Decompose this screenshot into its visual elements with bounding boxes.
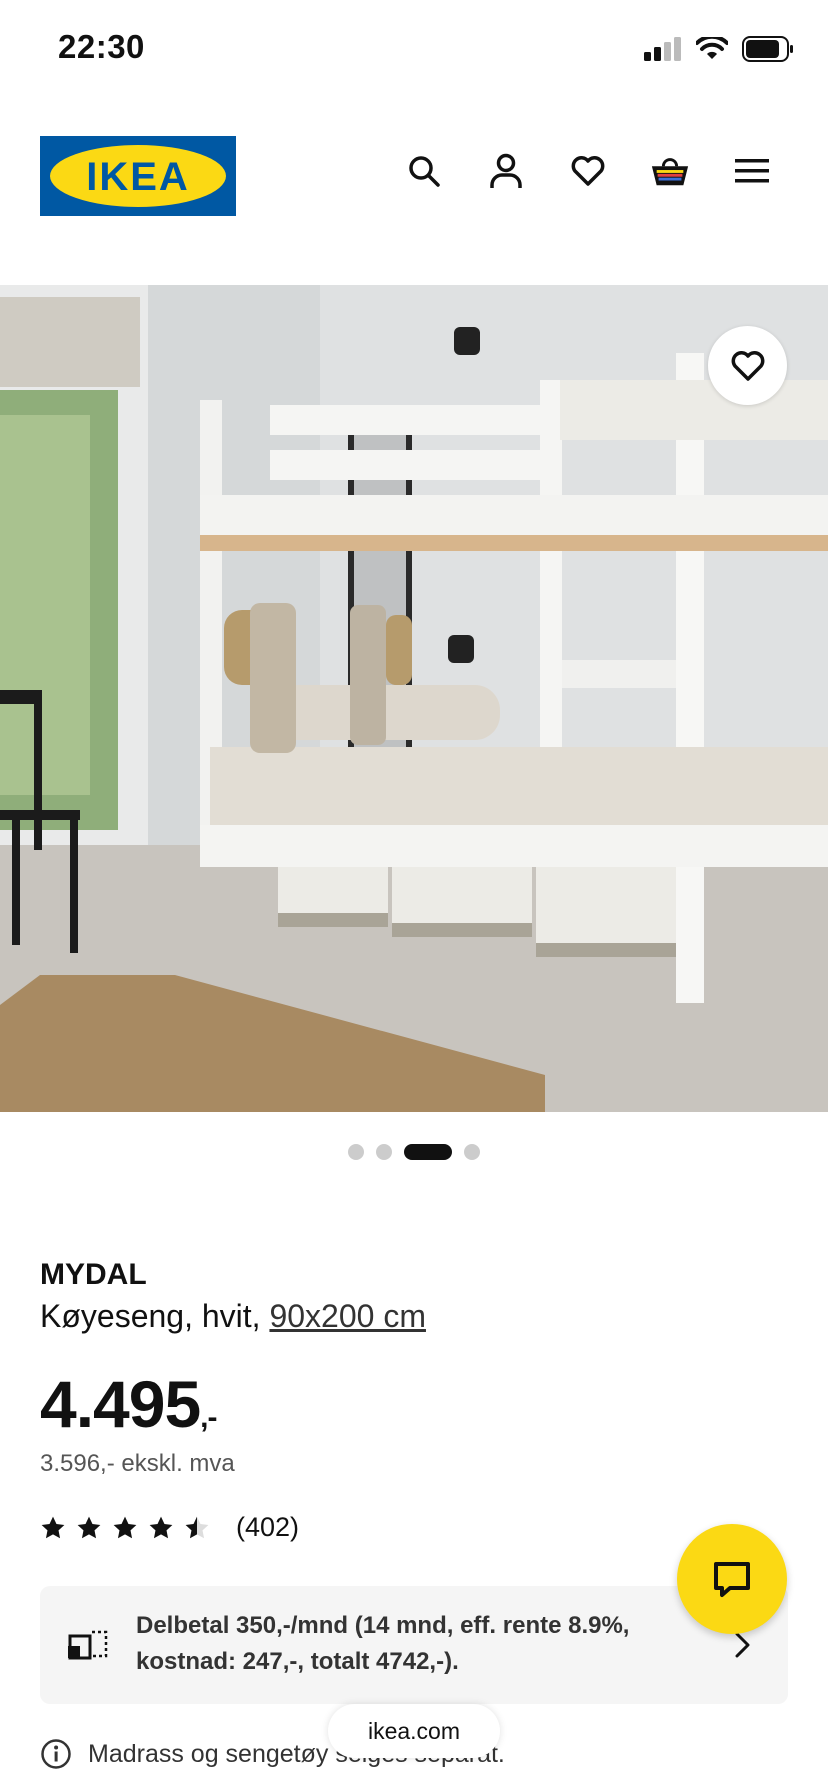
product-name: MYDAL <box>40 1258 147 1291</box>
installment-card[interactable]: Delbetal 350,-/mnd (14 mnd, eff. rente 8… <box>40 1586 788 1704</box>
price-value: 4.495 <box>40 1367 201 1441</box>
product-description-text: Køyeseng, hvit, <box>40 1298 261 1334</box>
heart-icon[interactable] <box>568 151 608 191</box>
rating-stars <box>40 1515 210 1541</box>
favorite-button[interactable] <box>708 326 787 405</box>
carousel-dots <box>0 1144 828 1160</box>
rating-count[interactable]: (402) <box>236 1512 299 1543</box>
product-image[interactable] <box>0 285 828 1112</box>
payment-split-icon <box>68 1630 108 1660</box>
star-icon <box>77 1516 101 1538</box>
carousel-dot[interactable] <box>376 1144 392 1160</box>
bunk-bed-illustration <box>0 285 828 1112</box>
price-suffix: ,- <box>200 1401 217 1434</box>
basket-icon[interactable] <box>650 151 690 191</box>
product-size-link[interactable]: 90x200 cm <box>269 1298 426 1334</box>
user-icon[interactable] <box>486 151 526 191</box>
star-icon <box>41 1516 65 1538</box>
browser-url-pill[interactable]: ikea.com <box>328 1704 500 1758</box>
status-time: 22:30 <box>58 28 145 65</box>
star-icon <box>149 1516 173 1538</box>
installment-text: Delbetal 350,-/mnd (14 mnd, eff. rente 8… <box>136 1612 630 1675</box>
header-actions <box>404 151 772 191</box>
ikea-logo[interactable]: IKEA <box>40 136 236 216</box>
menu-icon[interactable] <box>732 151 772 191</box>
star-half-icon <box>185 1516 209 1538</box>
battery-icon <box>742 36 793 62</box>
heart-icon <box>731 350 764 381</box>
chevron-right-icon <box>735 1632 750 1658</box>
carousel-dot[interactable] <box>348 1144 364 1160</box>
chat-icon <box>714 1562 750 1597</box>
ikea-logo-mark: IKEA <box>50 145 226 207</box>
carousel-dot-active[interactable] <box>404 1144 452 1160</box>
status-icons <box>644 36 794 62</box>
signal-icon <box>644 37 681 61</box>
carousel-dot[interactable] <box>464 1144 480 1160</box>
star-icon <box>113 1516 137 1538</box>
product-rating[interactable]: (402) <box>40 1512 299 1543</box>
price-ex-vat: 3.596,- ekskl. mva <box>40 1450 235 1477</box>
wifi-icon <box>696 37 728 59</box>
info-icon <box>41 1739 71 1769</box>
chat-button[interactable] <box>677 1524 787 1634</box>
product-description: Køyeseng, hvit, 90x200 cm <box>40 1298 426 1335</box>
product-price: 4.495,- <box>40 1366 218 1442</box>
search-icon[interactable] <box>404 151 444 191</box>
svg-text:IKEA: IKEA <box>86 155 190 199</box>
